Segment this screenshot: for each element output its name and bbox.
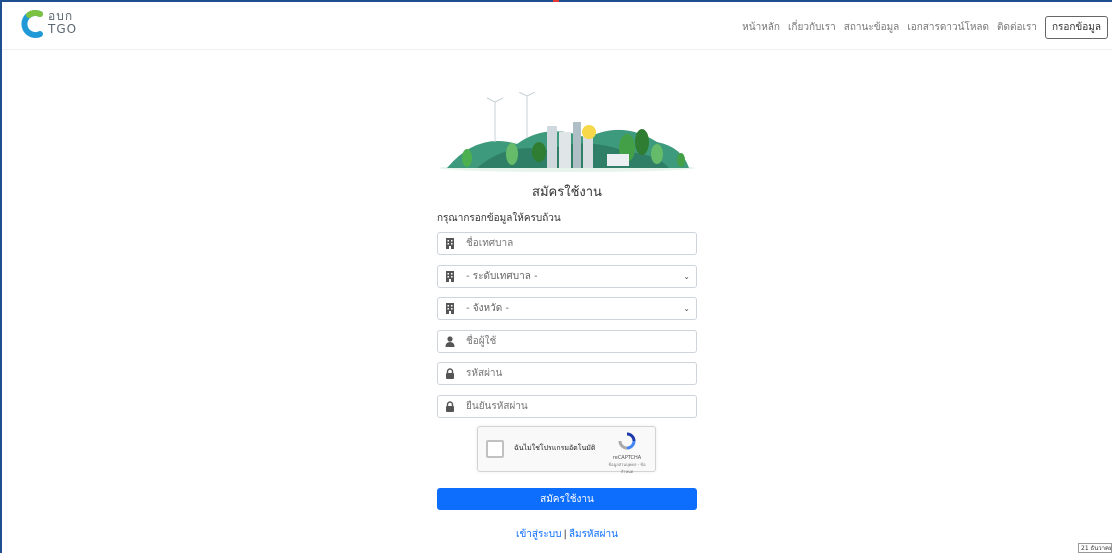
recaptcha-branding: reCAPTCHA ข้อมูลส่วนบุคคล - ข้อกำหนด	[607, 432, 647, 475]
building-icon	[438, 266, 462, 287]
municipality-level-value[interactable]: - ระดับเทศบาล - ⌄	[462, 266, 696, 287]
confirm-password-field[interactable]	[437, 395, 697, 418]
auth-links: เข้าสู่ระบบ | ลืมรหัสผ่าน	[437, 527, 697, 542]
chevron-down-icon: ⌄	[683, 272, 690, 281]
logo-mark-icon	[21, 9, 43, 38]
municipality-level-text: - ระดับเทศบาล -	[466, 271, 538, 282]
nav-about[interactable]: เกี่ยวกับเรา	[788, 20, 836, 35]
recaptcha-terms-link[interactable]: ข้อมูลส่วนบุคคล - ข้อกำหนด	[607, 461, 647, 475]
user-icon	[438, 331, 462, 352]
lock-icon	[438, 363, 462, 384]
recaptcha-checkbox[interactable]	[486, 440, 504, 458]
lock-icon	[438, 396, 462, 417]
nav-home[interactable]: หน้าหลัก	[742, 20, 780, 35]
municipality-level-select[interactable]: - ระดับเทศบาล - ⌄	[437, 265, 697, 288]
building-icon	[438, 298, 462, 319]
nav-downloads[interactable]: เอกสารดาวน์โหลด	[907, 20, 989, 35]
register-button[interactable]: สมัครใช้งาน	[437, 488, 697, 510]
confirm-password-input[interactable]	[462, 396, 696, 417]
chevron-down-icon: ⌄	[683, 304, 690, 313]
nav-contact[interactable]: ติดต่อเรา	[997, 20, 1037, 35]
page-title: สมัครใช้งาน	[532, 185, 602, 200]
municipality-name-input[interactable]	[462, 233, 696, 254]
recaptcha-icon	[618, 432, 636, 450]
date-badge: 21 ธันวาคม	[1078, 543, 1112, 553]
fill-data-button[interactable]: กรอกข้อมูล	[1044, 16, 1108, 39]
recaptcha-label: ฉันไม่ใช่โปรแกรมอัตโนมัติ	[514, 444, 596, 452]
building-icon	[438, 233, 462, 254]
recaptcha-widget: ฉันไม่ใช่โปรแกรมอัตโนมัติ reCAPTCHA ข้อม…	[477, 426, 656, 475]
nav-data-status[interactable]: สถานะข้อมูล	[844, 20, 900, 35]
password-input[interactable]	[462, 363, 696, 384]
logo-text: อบก TGO	[48, 10, 77, 36]
forgot-password-link[interactable]: ลืมรหัสผ่าน	[569, 529, 618, 540]
province-value[interactable]: - จังหวัด - ⌄	[462, 298, 696, 319]
province-select[interactable]: - จังหวัด - ⌄	[437, 297, 697, 320]
username-field[interactable]	[437, 330, 697, 353]
top-navbar: อบก TGO หน้าหลัก เกี่ยวกับเรา สถานะข้อมู…	[2, 2, 1112, 50]
municipality-name-field[interactable]	[437, 232, 697, 255]
username-input[interactable]	[462, 331, 696, 352]
logo-text-tgo: TGO	[48, 22, 78, 36]
tgo-logo[interactable]: อบก TGO	[20, 9, 100, 43]
login-link[interactable]: เข้าสู่ระบบ	[516, 529, 561, 540]
city-nature-illustration	[439, 92, 695, 172]
province-text: - จังหวัด -	[466, 303, 510, 314]
link-separator: |	[563, 529, 567, 540]
password-field[interactable]	[437, 362, 697, 385]
main-nav: หน้าหลัก เกี่ยวกับเรา สถานะข้อมูล เอกสาร…	[742, 16, 1108, 39]
form-instruction: กรุณากรอกข้อมูลให้ครบถ้วน	[437, 213, 561, 224]
